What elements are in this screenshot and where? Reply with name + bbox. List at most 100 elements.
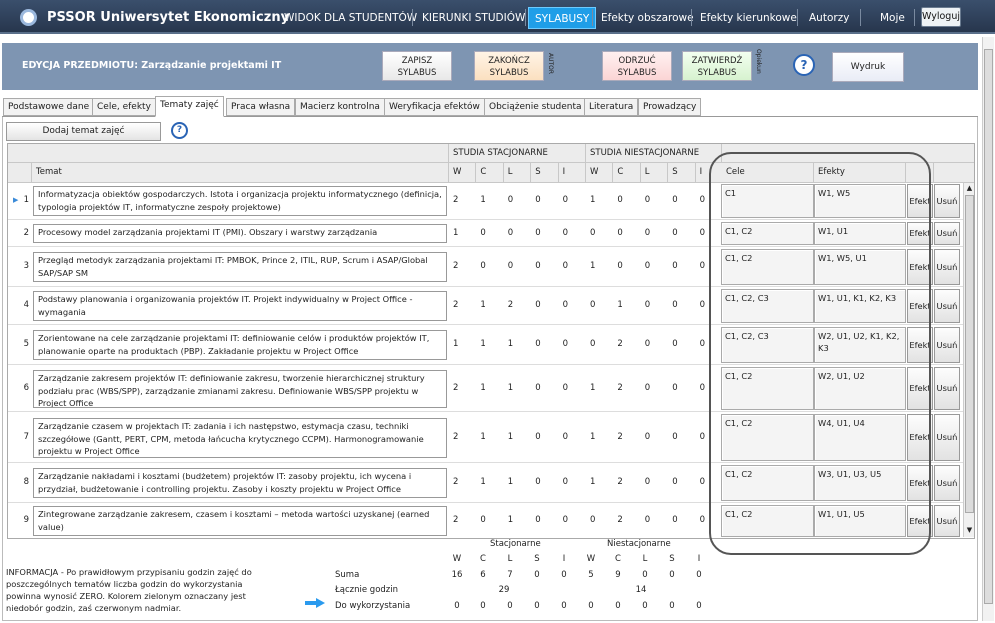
hours-stationary-cell[interactable]: 1 xyxy=(480,300,500,310)
hours-nonstationary-cell[interactable]: 2 xyxy=(617,339,637,349)
hours-nonstationary-cell[interactable]: 0 xyxy=(645,300,665,310)
hours-stationary-cell[interactable]: 1 xyxy=(508,383,528,393)
hours-nonstationary-cell[interactable]: 0 xyxy=(645,477,665,487)
hours-stationary-cell[interactable]: 0 xyxy=(508,195,528,205)
hours-nonstationary-cell[interactable]: 1 xyxy=(590,195,610,205)
tab-weryfikacja-efektow[interactable]: Weryfikacja efektów xyxy=(384,98,485,116)
topic-text-field[interactable]: Zarządzanie czasem w projektach IT: zada… xyxy=(33,418,447,458)
hours-stationary-cell[interactable]: 1 xyxy=(480,339,500,349)
finish-syllabus-button[interactable]: ZAKOŃCZ SYLABUS xyxy=(474,51,544,81)
tab-praca-wlasna[interactable]: Praca własna xyxy=(226,98,296,116)
topic-text-field[interactable]: Zintegrowane zarządzanie zakresem, czase… xyxy=(33,506,447,536)
tab-podstawowe-dane[interactable]: Podstawowe dane xyxy=(3,98,95,116)
nav-kierunki-studiow[interactable]: KIERUNKI STUDIÓW xyxy=(416,7,531,29)
delete-button[interactable]: Usuń xyxy=(934,465,960,501)
save-syllabus-button[interactable]: ZAPISZ SYLABUS xyxy=(382,51,452,81)
topic-text-field[interactable]: Zorientowane na cele zarządzanie projekt… xyxy=(33,330,447,360)
hours-stationary-cell[interactable]: 1 xyxy=(453,339,473,349)
hours-nonstationary-cell[interactable]: 1 xyxy=(590,477,610,487)
hours-nonstationary-cell[interactable]: 0 xyxy=(645,515,665,525)
nav-autorzy[interactable]: Autorzy xyxy=(803,7,855,29)
hours-stationary-cell[interactable]: 2 xyxy=(453,300,473,310)
hours-nonstationary-cell[interactable]: 2 xyxy=(617,477,637,487)
hours-nonstationary-cell[interactable]: 0 xyxy=(645,432,665,442)
topic-text-field[interactable]: Procesowy model zarządzania projektami I… xyxy=(33,224,447,243)
hours-nonstationary-cell[interactable]: 0 xyxy=(645,228,665,238)
tab-literatura[interactable]: Literatura xyxy=(584,98,639,116)
help-icon[interactable]: ? xyxy=(171,122,188,139)
hours-stationary-cell[interactable]: 0 xyxy=(480,261,500,271)
hours-nonstationary-cell[interactable]: 0 xyxy=(672,228,692,238)
hours-nonstationary-cell[interactable]: 0 xyxy=(645,383,665,393)
nav-sylabusy[interactable]: SYLABUSY xyxy=(528,7,597,29)
delete-button[interactable]: Usuń xyxy=(934,505,960,537)
hours-stationary-cell[interactable]: 0 xyxy=(480,515,500,525)
hours-nonstationary-cell[interactable]: 0 xyxy=(590,228,610,238)
hours-stationary-cell[interactable]: 0 xyxy=(563,477,583,487)
hours-nonstationary-cell[interactable]: 0 xyxy=(672,339,692,349)
hours-nonstationary-cell[interactable]: 0 xyxy=(645,339,665,349)
hours-nonstationary-cell[interactable]: 0 xyxy=(590,339,610,349)
hours-nonstationary-cell[interactable]: 0 xyxy=(645,261,665,271)
topic-text-field[interactable]: Zarządzanie zakresem projektów IT: defin… xyxy=(33,370,447,408)
hours-stationary-cell[interactable]: 1 xyxy=(480,195,500,205)
hours-stationary-cell[interactable]: 2 xyxy=(453,261,473,271)
hours-stationary-cell[interactable]: 0 xyxy=(535,300,555,310)
hours-stationary-cell[interactable]: 0 xyxy=(535,261,555,271)
scroll-thumb[interactable] xyxy=(965,195,974,513)
hours-nonstationary-cell[interactable]: 2 xyxy=(617,383,637,393)
hours-nonstationary-cell[interactable]: 0 xyxy=(590,515,610,525)
tab-macierz-kontrolna[interactable]: Macierz kontrolna xyxy=(295,98,385,116)
hours-stationary-cell[interactable]: 1 xyxy=(508,515,528,525)
logout-button[interactable]: Wyloguj xyxy=(921,7,961,27)
tab-obciazenie-studenta[interactable]: Obciążenie studenta xyxy=(484,98,587,116)
hours-stationary-cell[interactable]: 0 xyxy=(563,339,583,349)
topic-text-field[interactable]: Podstawy planowania i organizowania proj… xyxy=(33,291,447,321)
hours-stationary-cell[interactable]: 0 xyxy=(563,383,583,393)
page-scrollbar[interactable] xyxy=(982,37,994,621)
hours-nonstationary-cell[interactable]: 0 xyxy=(672,300,692,310)
hours-stationary-cell[interactable]: 2 xyxy=(453,477,473,487)
delete-button[interactable]: Usuń xyxy=(934,249,960,285)
hours-nonstationary-cell[interactable]: 0 xyxy=(672,261,692,271)
tab-prowadzacy[interactable]: Prowadzący xyxy=(638,98,702,116)
hours-stationary-cell[interactable]: 0 xyxy=(508,261,528,271)
nav-moje[interactable]: Moje xyxy=(874,7,911,29)
hours-stationary-cell[interactable]: 1 xyxy=(480,432,500,442)
delete-button[interactable]: Usuń xyxy=(934,222,960,245)
scroll-down-icon[interactable]: ▼ xyxy=(965,525,974,535)
hours-stationary-cell[interactable]: 0 xyxy=(563,515,583,525)
delete-button[interactable]: Usuń xyxy=(934,184,960,218)
hours-stationary-cell[interactable]: 0 xyxy=(508,228,528,238)
hours-stationary-cell[interactable]: 1 xyxy=(453,228,473,238)
hours-stationary-cell[interactable]: 0 xyxy=(563,300,583,310)
nav-widok-dla-studentow[interactable]: WIDOK DLA STUDENTÓW xyxy=(278,7,423,29)
hours-stationary-cell[interactable]: 0 xyxy=(563,228,583,238)
add-topic-button[interactable]: Dodaj temat zajęć xyxy=(6,122,161,141)
hours-nonstationary-cell[interactable]: 0 xyxy=(617,261,637,271)
hours-nonstationary-cell[interactable]: 0 xyxy=(672,515,692,525)
hours-stationary-cell[interactable]: 0 xyxy=(535,383,555,393)
hours-nonstationary-cell[interactable]: 0 xyxy=(672,432,692,442)
nav-efekty-kierunkowe[interactable]: Efekty kierunkowe xyxy=(694,7,803,29)
grid-scrollbar[interactable]: ▲ ▼ xyxy=(963,183,974,537)
hours-stationary-cell[interactable]: 0 xyxy=(563,432,583,442)
hours-stationary-cell[interactable]: 1 xyxy=(508,339,528,349)
hours-stationary-cell[interactable]: 0 xyxy=(535,477,555,487)
tab-tematy-zajec[interactable]: Tematy zajęć xyxy=(155,96,224,117)
tab-cele-efekty[interactable]: Cele, efekty xyxy=(92,98,156,116)
hours-stationary-cell[interactable]: 0 xyxy=(563,261,583,271)
hours-stationary-cell[interactable]: 0 xyxy=(563,195,583,205)
hours-stationary-cell[interactable]: 0 xyxy=(480,228,500,238)
hours-nonstationary-cell[interactable]: 1 xyxy=(590,383,610,393)
hours-nonstationary-cell[interactable]: 0 xyxy=(617,195,637,205)
hours-nonstationary-cell[interactable]: 0 xyxy=(672,477,692,487)
approve-syllabus-button[interactable]: ZATWIERDŹ SYLABUS xyxy=(682,51,752,81)
print-button[interactable]: Wydruk xyxy=(832,52,904,82)
hours-nonstationary-cell[interactable]: 0 xyxy=(672,383,692,393)
hours-stationary-cell[interactable]: 1 xyxy=(508,477,528,487)
hours-nonstationary-cell[interactable]: 0 xyxy=(645,195,665,205)
hours-nonstationary-cell[interactable]: 2 xyxy=(617,432,637,442)
hours-stationary-cell[interactable]: 2 xyxy=(508,300,528,310)
delete-button[interactable]: Usuń xyxy=(934,367,960,410)
